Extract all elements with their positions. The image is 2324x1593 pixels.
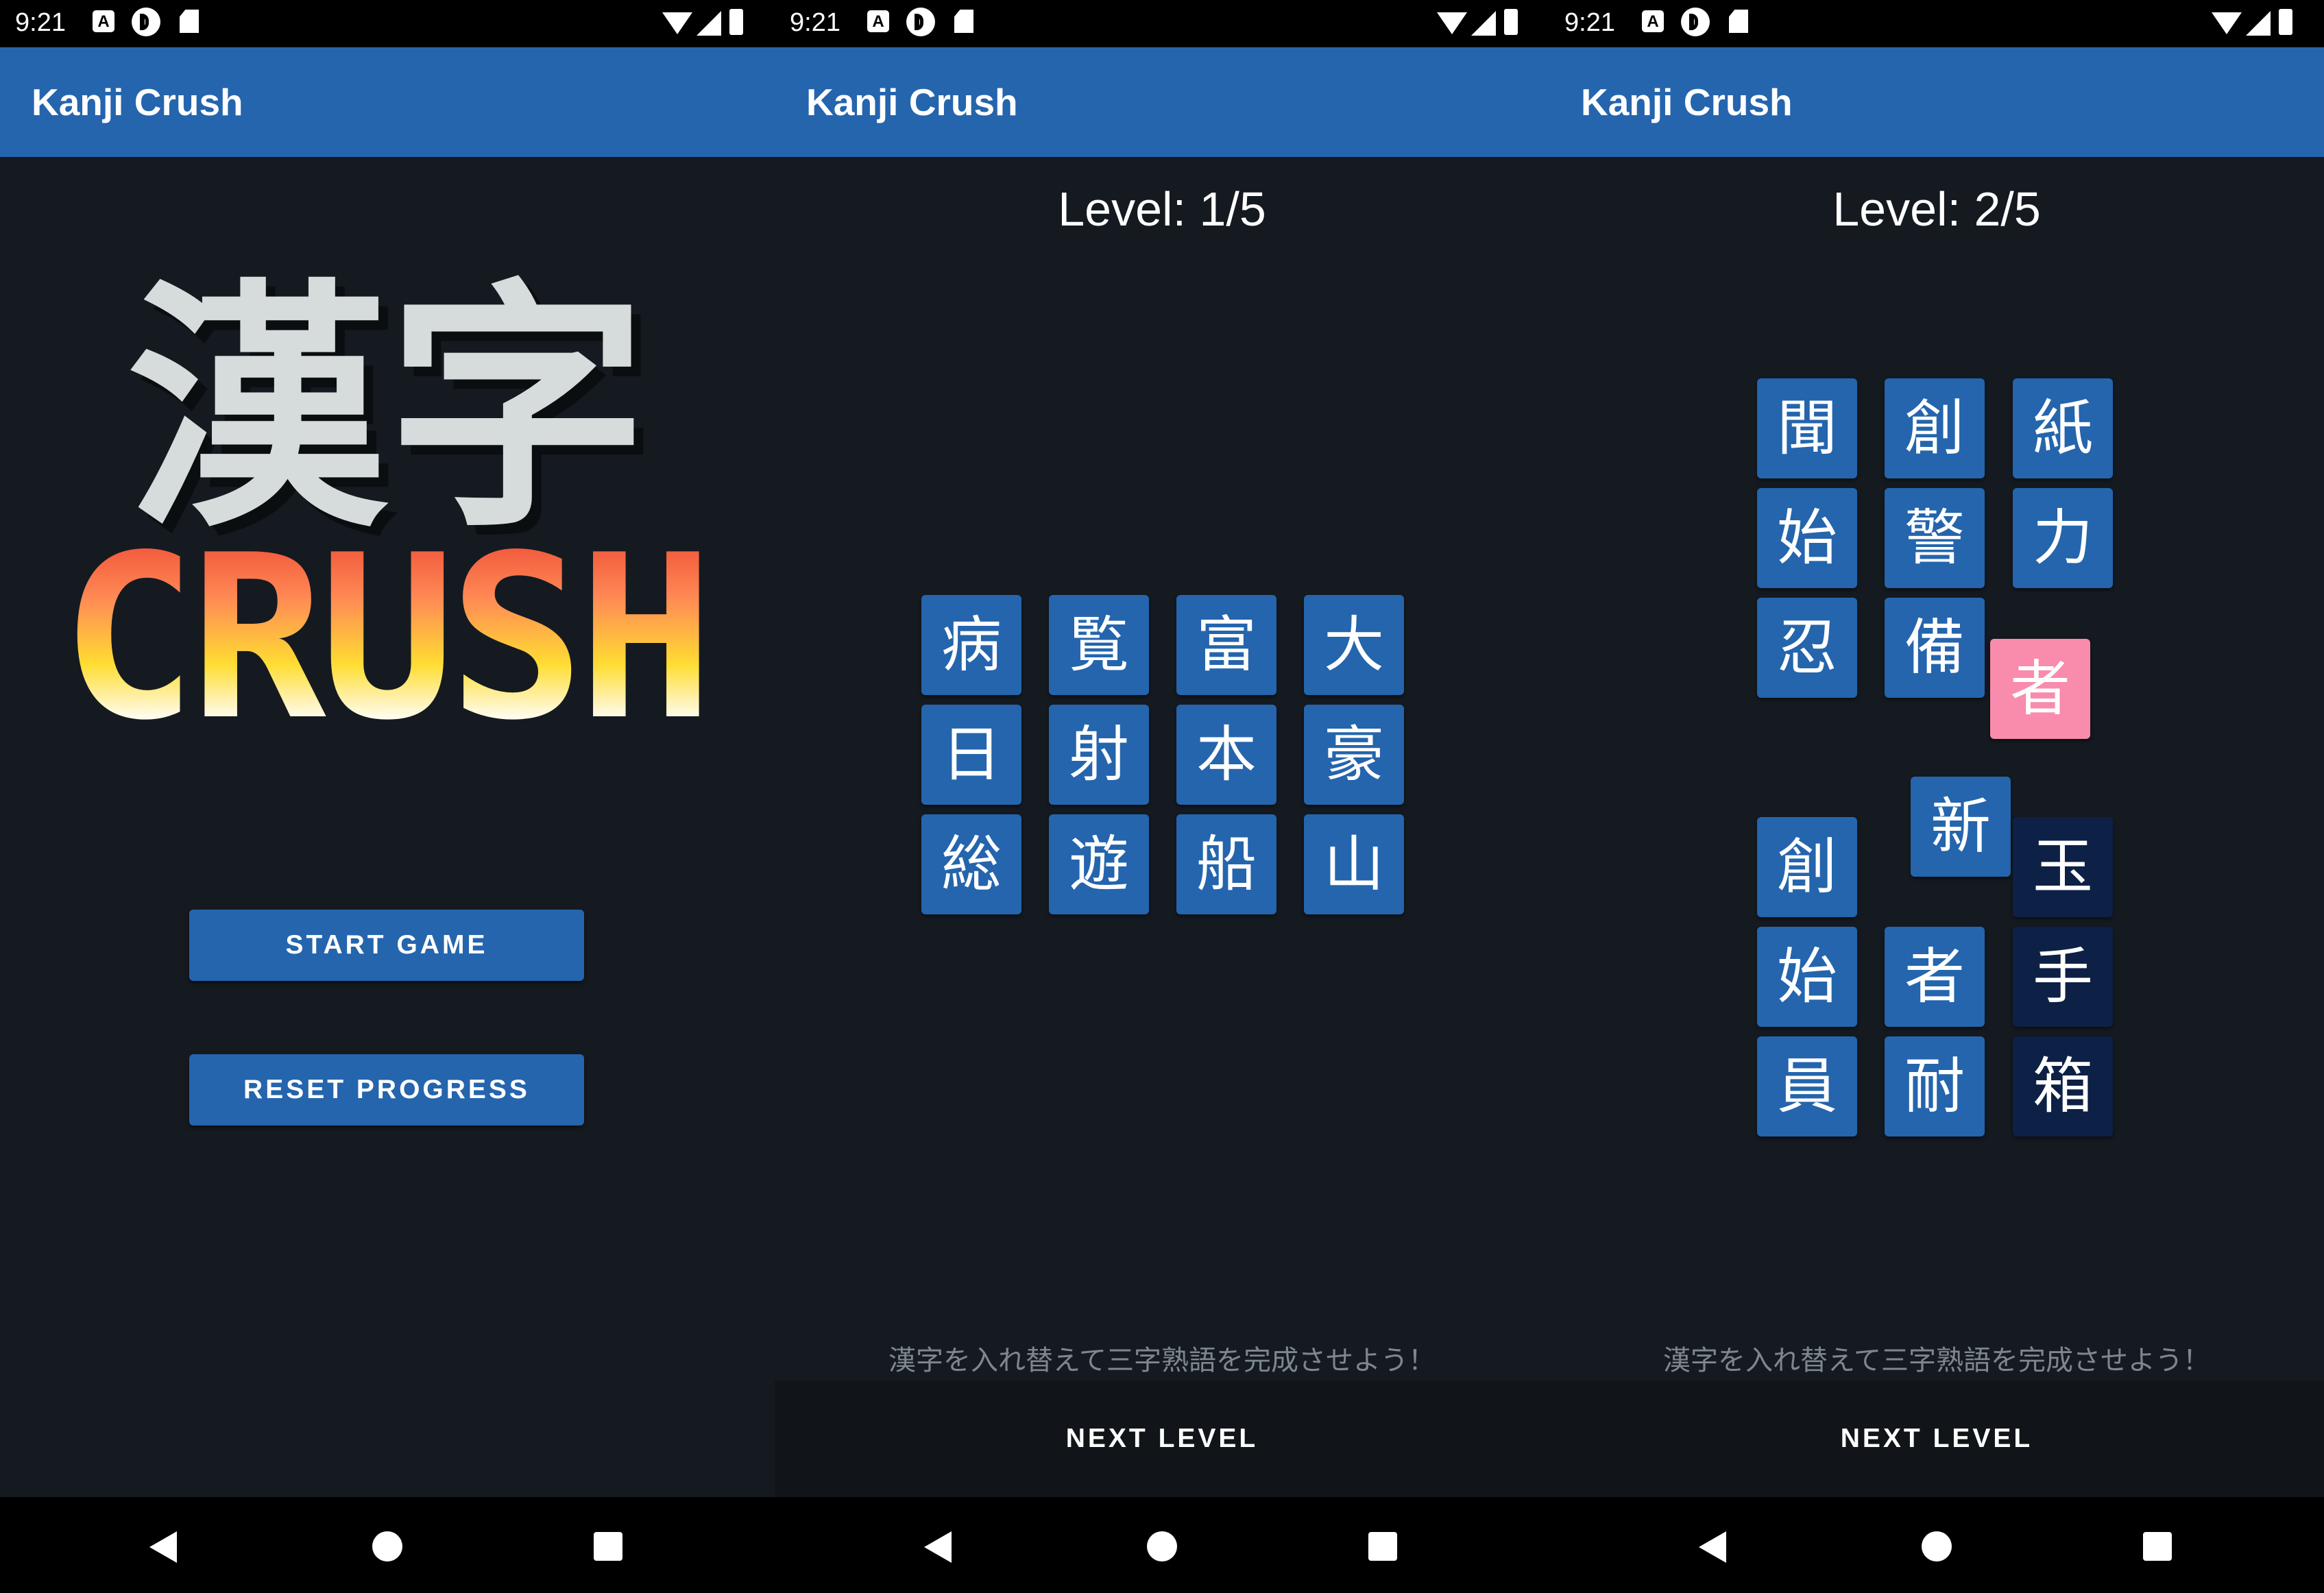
kanji-tile[interactable]: 紙 xyxy=(2013,378,2113,478)
kanji-tile[interactable]: 富 xyxy=(1176,595,1276,695)
start-game-button[interactable]: START GAME xyxy=(189,910,584,981)
wifi-icon xyxy=(1437,12,1467,34)
recents-icon[interactable] xyxy=(2143,1532,2172,1561)
a-icon: A xyxy=(93,10,114,32)
status-bar: 9:21 A xyxy=(775,0,1549,47)
kanji-tile[interactable]: 覧 xyxy=(1049,595,1149,695)
kanji-tile-selected[interactable]: 者 xyxy=(1990,639,2090,739)
home-icon[interactable] xyxy=(1922,1531,1952,1561)
sd-card-icon xyxy=(180,10,199,33)
kanji-tile[interactable]: 大 xyxy=(1304,595,1404,695)
kanji-tile[interactable]: 警 xyxy=(1885,488,1985,588)
wifi-icon xyxy=(662,12,692,34)
battery-icon xyxy=(2279,9,2292,35)
hint-text: 漢字を入れ替えて三字熟語を完成させよう！ xyxy=(888,1345,1436,1376)
p-icon xyxy=(1681,8,1710,36)
hint-text: 漢字を入れ替えて三字熟語を完成させよう！ xyxy=(1663,1345,2210,1376)
status-time: 9:21 xyxy=(1564,8,1615,37)
a-icon: A xyxy=(867,10,889,32)
level-2-screen: 9:21 A Kanji Crush Level: 2/5 聞 創 紙 始 警 … xyxy=(1549,0,2324,1593)
back-icon[interactable] xyxy=(924,1531,952,1563)
level-label: Level: 1/5 xyxy=(1058,182,1266,236)
wifi-icon xyxy=(2212,12,2242,34)
kanji-tile[interactable]: 員 xyxy=(1757,1036,1857,1136)
kanji-tile[interactable]: 聞 xyxy=(1757,378,1857,478)
status-bar: 9:21 A xyxy=(1549,0,2324,47)
kanji-tile[interactable]: 遊 xyxy=(1049,814,1149,914)
home-screen: 9:21 A Kanji Crush 漢字 漢字 CRUSH START GAM… xyxy=(0,0,775,1593)
p-icon xyxy=(132,8,160,36)
kanji-tile[interactable]: 力 xyxy=(2013,488,2113,588)
battery-icon xyxy=(1504,9,1518,35)
kanji-tile[interactable]: 耐 xyxy=(1885,1036,1985,1136)
p-icon xyxy=(906,8,935,36)
kanji-tile[interactable]: 船 xyxy=(1176,814,1276,914)
next-level-button[interactable]: NEXT LEVEL xyxy=(1549,1381,2324,1497)
app-bar: Kanji Crush xyxy=(775,47,1549,157)
status-bar: 9:21 A xyxy=(0,0,775,47)
logo-crush-text: CRUSH xyxy=(60,507,707,737)
back-icon[interactable] xyxy=(1699,1531,1726,1563)
kanji-tile-dark[interactable]: 玉 xyxy=(2013,817,2113,917)
signal-icon xyxy=(1471,11,1496,36)
kanji-crush-logo: 漢字 漢字 CRUSH xyxy=(60,257,714,737)
signal-icon xyxy=(2246,11,2271,36)
sd-card-icon xyxy=(1729,10,1748,33)
kanji-tile[interactable]: 日 xyxy=(921,705,1021,805)
kanji-tile[interactable]: 病 xyxy=(921,595,1021,695)
battery-icon xyxy=(729,9,743,35)
a-icon: A xyxy=(1642,10,1664,32)
home-icon[interactable] xyxy=(1147,1531,1177,1561)
home-icon[interactable] xyxy=(372,1531,402,1561)
app-bar: Kanji Crush xyxy=(0,47,775,157)
app-bar: Kanji Crush xyxy=(1549,47,2324,157)
next-level-button[interactable]: NEXT LEVEL xyxy=(775,1381,1549,1497)
app-title: Kanji Crush xyxy=(806,81,1018,123)
app-title: Kanji Crush xyxy=(1581,81,1793,123)
kanji-tile[interactable]: 総 xyxy=(921,814,1021,914)
kanji-tile[interactable]: 本 xyxy=(1176,705,1276,805)
kanji-tile[interactable]: 始 xyxy=(1757,488,1857,588)
kanji-tile[interactable]: 備 xyxy=(1885,598,1985,698)
kanji-tile[interactable]: 始 xyxy=(1757,927,1857,1027)
nav-bar xyxy=(0,1497,775,1593)
sd-card-icon xyxy=(954,10,973,33)
reset-progress-button[interactable]: RESET PROGRESS xyxy=(189,1054,584,1126)
recents-icon[interactable] xyxy=(1368,1532,1397,1561)
status-time: 9:21 xyxy=(15,8,66,37)
kanji-tile-dark[interactable]: 箱 xyxy=(2013,1036,2113,1136)
kanji-tile[interactable]: 射 xyxy=(1049,705,1149,805)
recents-icon[interactable] xyxy=(594,1532,622,1561)
status-time: 9:21 xyxy=(790,8,840,37)
kanji-tile[interactable]: 忍 xyxy=(1757,598,1857,698)
kanji-tile[interactable]: 山 xyxy=(1304,814,1404,914)
kanji-tile[interactable]: 者 xyxy=(1885,927,1985,1027)
kanji-tile[interactable]: 創 xyxy=(1757,817,1857,917)
nav-bar xyxy=(775,1497,1549,1593)
signal-icon xyxy=(697,11,721,36)
app-title: Kanji Crush xyxy=(32,81,243,123)
nav-bar xyxy=(1549,1497,2324,1593)
level-label: Level: 2/5 xyxy=(1832,182,2041,236)
kanji-tile-dark[interactable]: 手 xyxy=(2013,927,2113,1027)
back-icon[interactable] xyxy=(149,1531,177,1563)
kanji-tile[interactable]: 新 xyxy=(1911,777,2011,877)
kanji-tile[interactable]: 豪 xyxy=(1304,705,1404,805)
level-1-screen: 9:21 A Kanji Crush Level: 1/5 病 覧 富 大 日 … xyxy=(775,0,1549,1593)
kanji-tile[interactable]: 創 xyxy=(1885,378,1985,478)
